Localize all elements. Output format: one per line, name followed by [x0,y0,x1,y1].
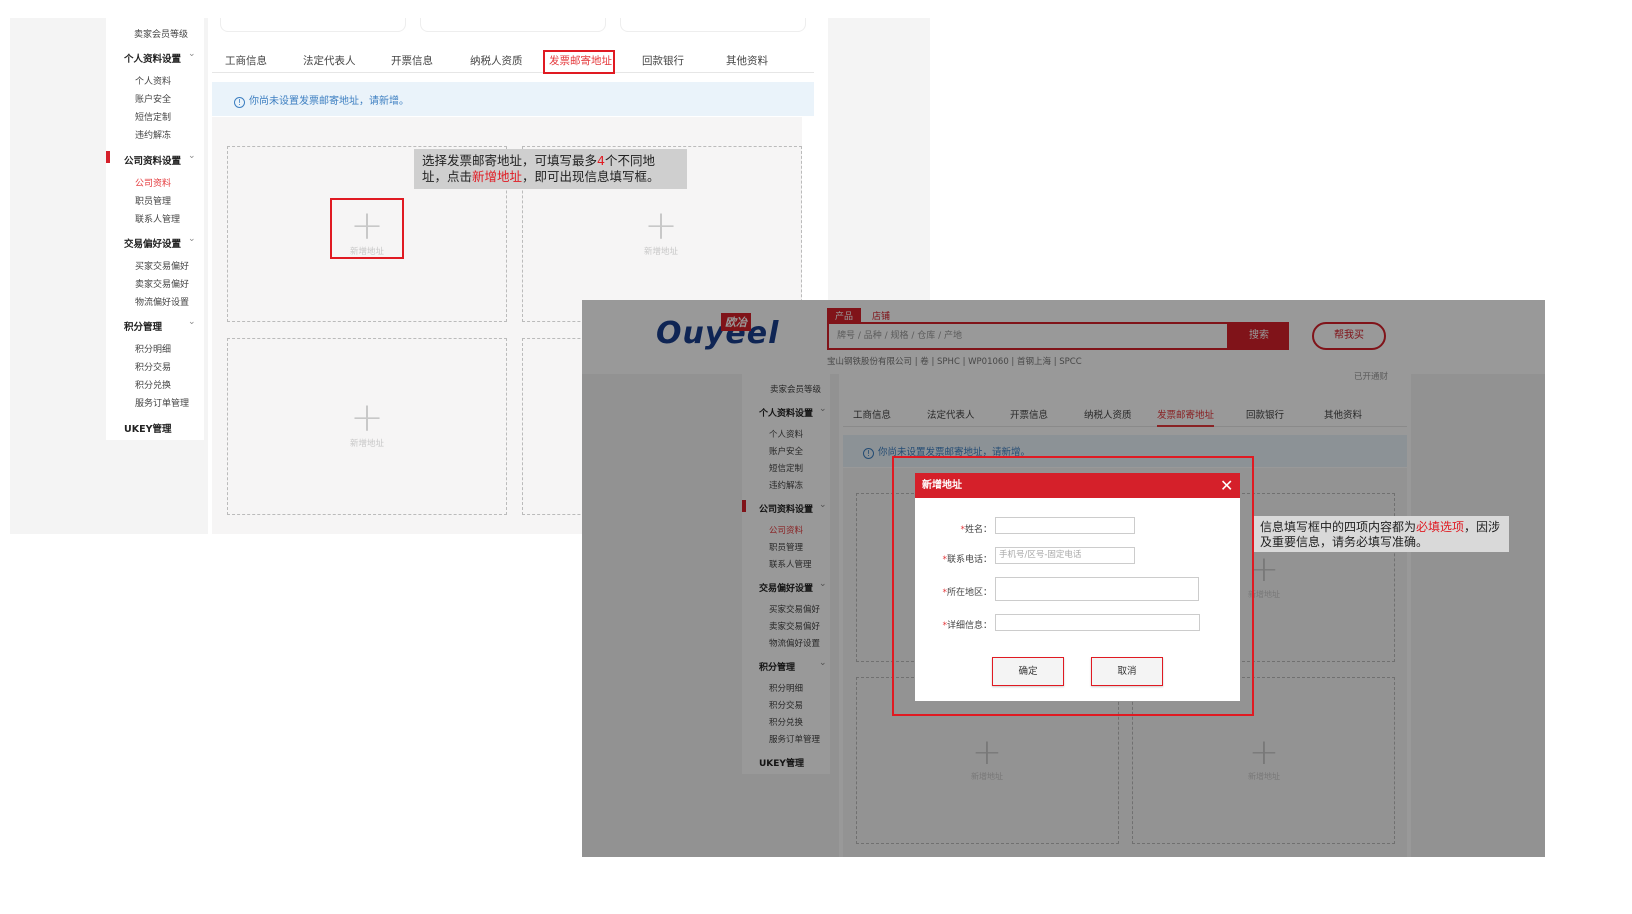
sidebar-item-sms[interactable]: 短信定制 [135,110,171,123]
tab-payment-bank[interactable]: 回款银行 [642,53,684,68]
sidebar-item-personal-info[interactable]: 个人资料 [135,74,171,87]
sidebar-group-company[interactable]: 公司资料设置 [124,153,181,167]
sidebar-item-company-info[interactable]: 公司资料 [135,176,171,189]
tab-business-info[interactable]: 工商信息 [225,53,267,68]
sidebar-item-contacts[interactable]: 联系人管理 [135,212,180,225]
screenshot-panel-2: Ouyeel 欧冶 产品 店铺 牌号 / 品种 / 规格 / 仓库 / 产地 搜… [582,300,1545,857]
info-icon: ! [234,97,245,108]
sidebar-group-points[interactable]: 积分管理 [124,319,162,333]
plus-icon[interactable]: + [631,206,691,246]
top-card [620,18,806,32]
chevron-down-icon[interactable]: ⌄ [188,317,196,327]
highlight-box [330,198,404,259]
sidebar-group-personal[interactable]: 个人资料设置 [124,51,181,65]
tab-invoice-info[interactable]: 开票信息 [391,53,433,68]
sidebar-group-ukey[interactable]: UKEY管理 [124,421,171,435]
sidebar-item-points-trade[interactable]: 积分交易 [135,360,171,373]
tab-taxpayer[interactable]: 纳税人资质 [470,53,523,68]
add-address-label[interactable]: 新增地址 [621,245,701,257]
plus-icon[interactable]: + [337,398,397,438]
tab-other[interactable]: 其他资料 [726,53,768,68]
add-address-label[interactable]: 新增地址 [327,437,407,449]
tab-legal-rep[interactable]: 法定代表人 [303,53,356,68]
sidebar-item-staff[interactable]: 职员管理 [135,194,171,207]
highlight-box [892,456,1254,716]
sidebar-item-seller-level[interactable]: 卖家会员等级 [134,27,188,40]
sidebar: 卖家会员等级 个人资料设置 ⌄ 个人资料 账户安全 短信定制 违约解冻 公司资料… [106,18,204,440]
sidebar-item-unfreeze[interactable]: 违约解冻 [135,128,171,141]
sidebar-group-trade-pref[interactable]: 交易偏好设置 [124,236,181,250]
sidebar-item-points-detail[interactable]: 积分明细 [135,342,171,355]
chevron-down-icon[interactable]: ⌄ [188,151,196,161]
sidebar-item-buyer-pref[interactable]: 买家交易偏好 [135,259,189,272]
chevron-down-icon[interactable]: ⌄ [188,49,196,59]
sidebar-item-service-orders[interactable]: 服务订单管理 [135,396,189,409]
sidebar-item-points-redeem[interactable]: 积分兑换 [135,378,171,391]
callout-annotation: 信息填写框中的四项内容都为必填选项，因涉及重要信息，请务必填写准确。 [1254,516,1509,552]
tabs-divider [212,72,814,73]
sidebar-item-seller-pref[interactable]: 卖家交易偏好 [135,277,189,290]
notice-text: 你尚未设置发票邮寄地址，请新增。 [249,96,409,107]
callout-annotation: 选择发票邮寄地址，可填写最多4个不同地址，点击新增地址，即可出现信息填写框。 [414,149,687,189]
notice-bar: ! 你尚未设置发票邮寄地址，请新增。 [212,82,814,116]
top-card [220,18,406,32]
highlight-box [543,50,615,74]
sidebar-item-account-security[interactable]: 账户安全 [135,92,171,105]
active-group-marker [106,151,110,163]
top-card [420,18,606,32]
sidebar-item-logistics-pref[interactable]: 物流偏好设置 [135,295,189,308]
chevron-down-icon[interactable]: ⌄ [188,234,196,244]
